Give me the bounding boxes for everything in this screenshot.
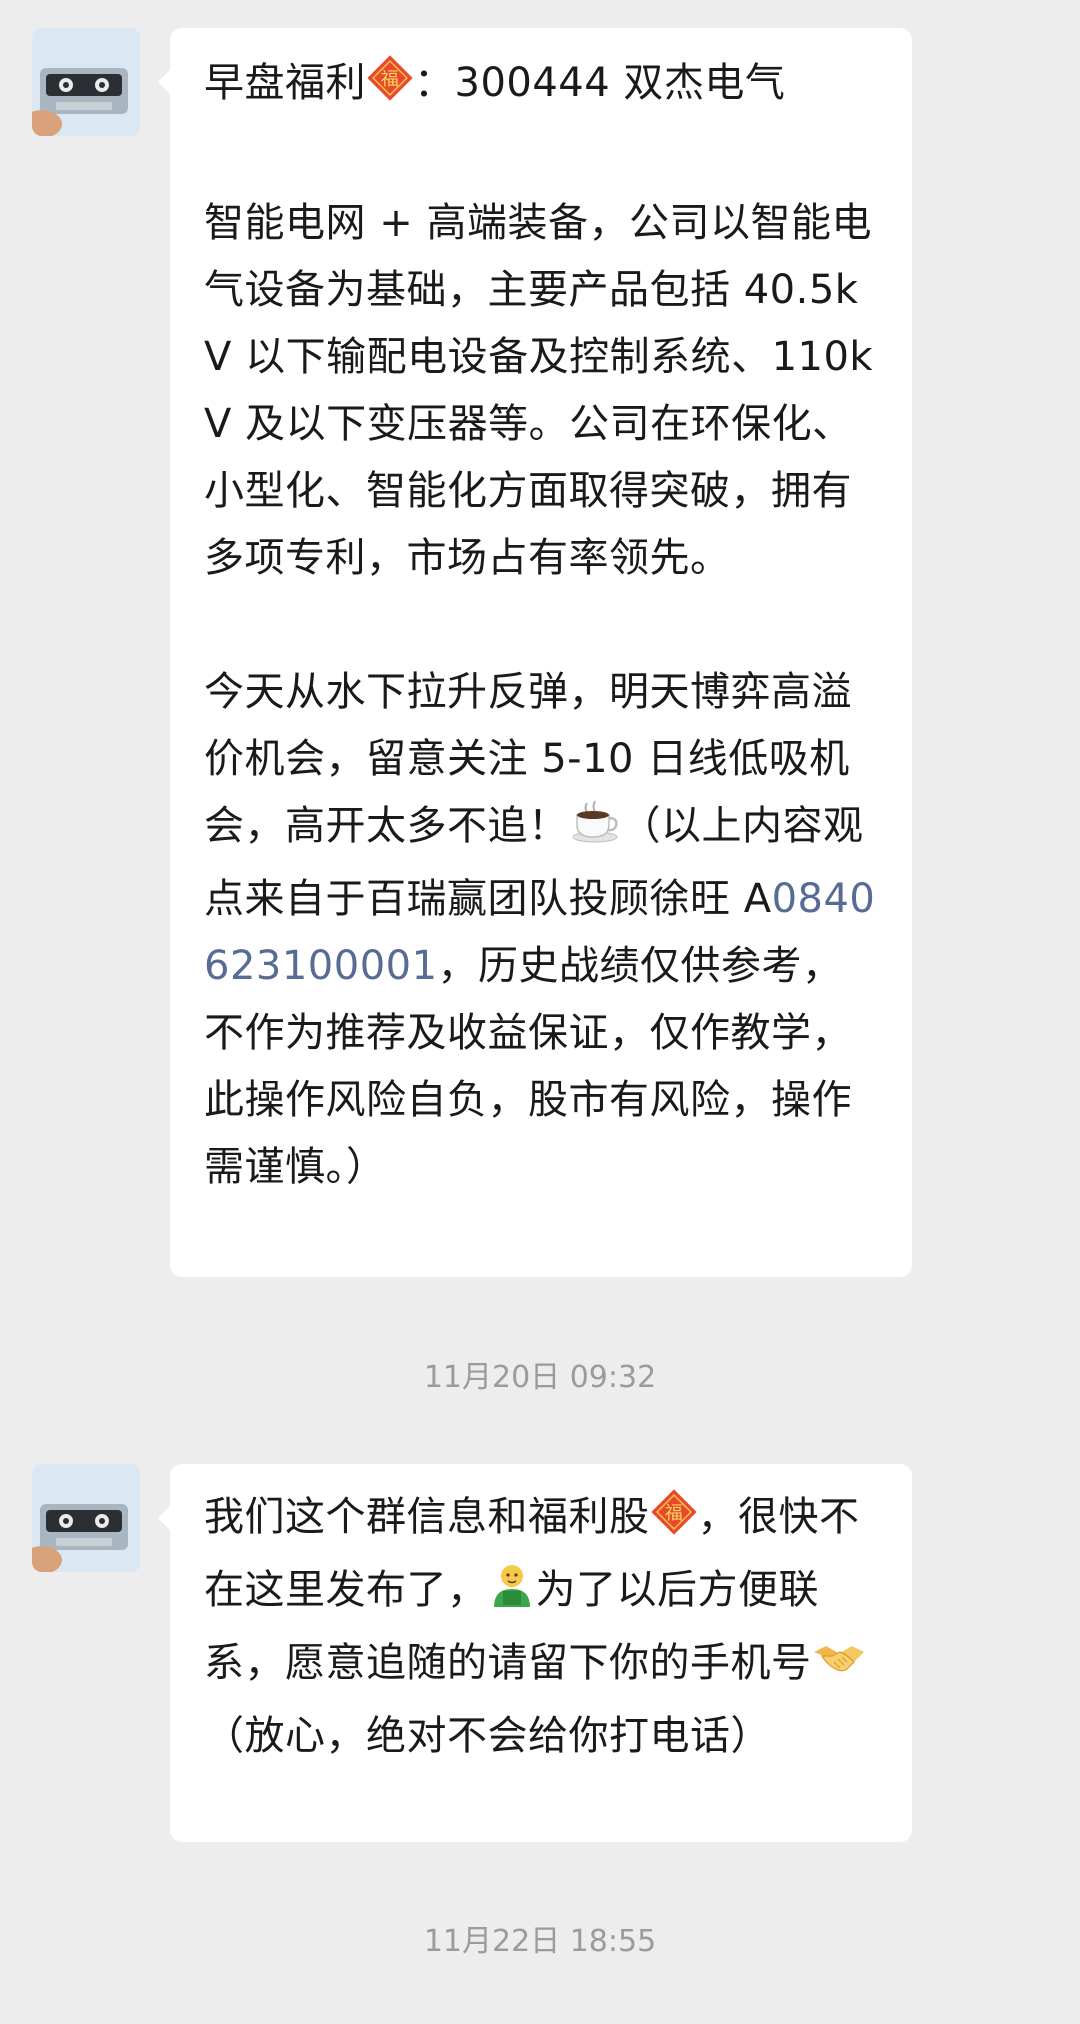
message-paragraph: 智能电网 + 高端装备，公司以智能电气设备为基础，主要产品包括 40.5kV 以… <box>204 190 882 592</box>
message-paragraph: 今天从水下拉升反弹，明天博弈高溢价机会，留意关注 5-10 日线低吸机会，高开太… <box>204 659 882 1201</box>
cassette-tape-avatar <box>32 28 140 136</box>
cassette-tape-avatar <box>32 1464 140 1572</box>
avatar[interactable] <box>32 1464 140 1572</box>
svg-text:福: 福 <box>664 1503 683 1524</box>
message-text: 早盘福利 <box>204 60 366 106</box>
message-paragraph: 我们这个群信息和福利股福，很快不在这里发布了， 为了以后方便联系，愿意追随的请留下… <box>204 1484 882 1770</box>
message-timestamp: 11月20日 09:32 <box>423 1360 657 1395</box>
message-text: 智能电网 + 高端装备，公司以智能电气设备为基础，主要产品包括 40.5kV 以… <box>204 200 874 581</box>
message-paragraph: 早盘福利福 ：300444 双杰电气 <box>204 50 882 123</box>
avatar[interactable] <box>32 28 140 136</box>
fu-envelope-icon: 福 <box>650 1488 698 1557</box>
person-icon <box>488 1561 536 1630</box>
message-text: 我们这个群信息和福利股 <box>204 1494 650 1540</box>
message-text: （放心，绝对不会给你打电话） <box>204 1713 771 1759</box>
handshake-icon <box>812 1634 866 1703</box>
svg-text:福: 福 <box>381 69 400 90</box>
message-text: ：300444 双杰电气 <box>414 60 786 106</box>
message-bubble[interactable]: 我们这个群信息和福利股福，很快不在这里发布了， 为了以后方便联系，愿意追随的请留下… <box>158 1464 912 1842</box>
fu-envelope-icon: 福 <box>366 54 414 123</box>
coffee-cup-icon <box>569 797 621 866</box>
message-bubble[interactable]: 早盘福利福 ：300444 双杰电气 智能电网 + 高端装备，公司以智能电气设备为… <box>158 28 912 1277</box>
message-timestamp: 11月22日 18:55 <box>423 1924 657 1959</box>
bottom-area <box>0 1990 1080 2024</box>
